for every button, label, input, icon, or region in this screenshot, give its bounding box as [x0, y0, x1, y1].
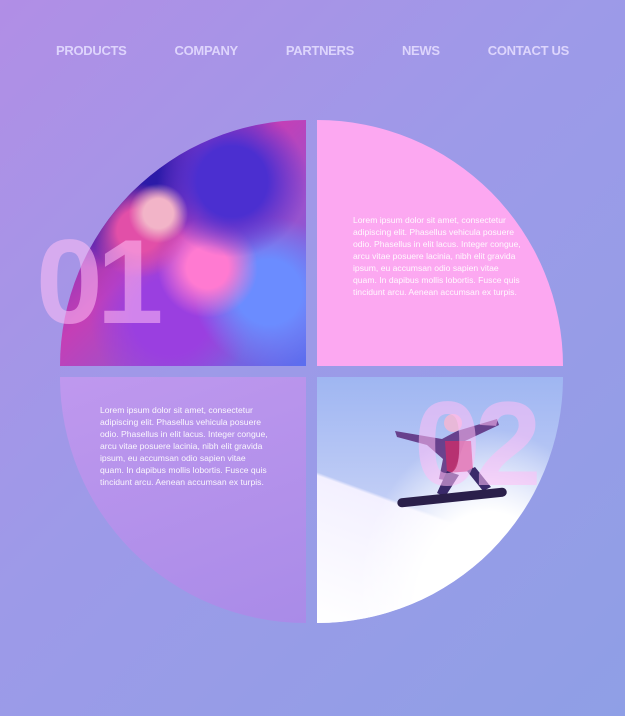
nav-partners[interactable]: PARTNERS — [286, 43, 354, 58]
nav-contact-us[interactable]: CONTACT US — [488, 43, 570, 58]
section-number-02: 02 — [414, 377, 542, 511]
section-number-01: 01 — [36, 215, 164, 349]
nav-products[interactable]: PRODUCTS — [56, 43, 127, 58]
nav-company[interactable]: COMPANY — [175, 43, 239, 58]
section-text-02: Lorem ipsum dolor sit amet, consectetur … — [100, 405, 268, 487]
section-text-01: Lorem ipsum dolor sit amet, consectetur … — [353, 215, 521, 297]
main-nav: PRODUCTS COMPANY PARTNERS NEWS CONTACT U… — [40, 38, 585, 62]
nav-news[interactable]: NEWS — [402, 43, 440, 58]
